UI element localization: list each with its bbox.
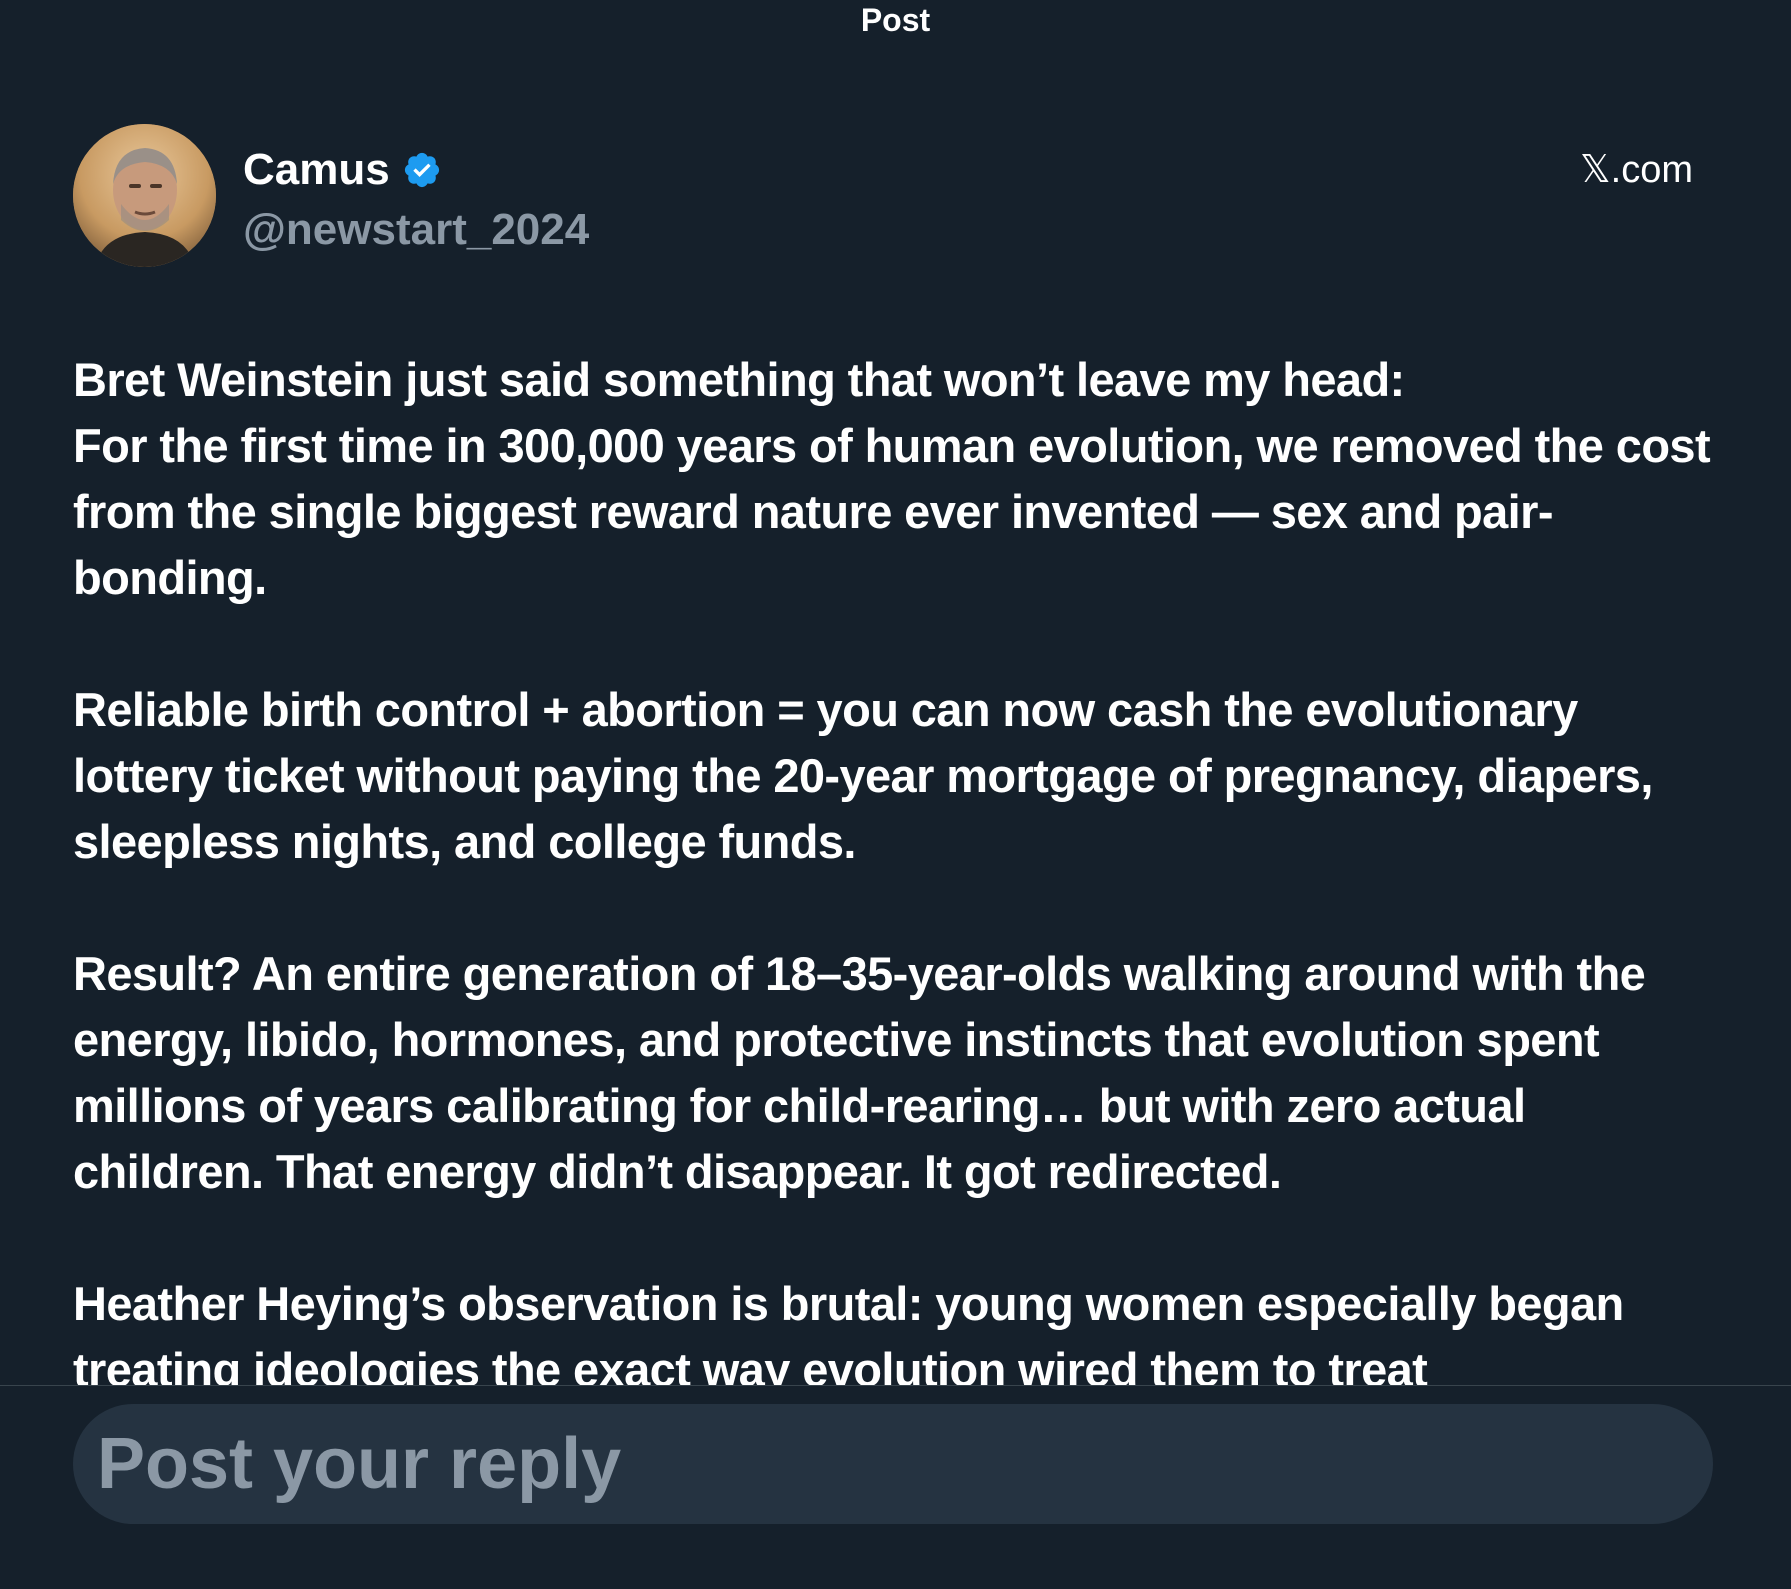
top-bar: Post <box>0 0 1791 60</box>
post-text: Bret Weinstein just said something that … <box>73 347 1713 1385</box>
author-name[interactable]: Camus <box>243 142 390 198</box>
post-paragraph: Heather Heying’s observation is brutal: … <box>73 1277 1624 1385</box>
avatar-photo-icon <box>73 124 216 267</box>
page-title: Post <box>860 2 931 38</box>
author-name-row[interactable]: Camus <box>243 142 442 198</box>
source-label: 𝕏.com <box>1580 149 1693 191</box>
post-header: Camus @newstart_2024 𝕏.com <box>73 124 1718 269</box>
post-paragraph: Bret Weinstein just said something that … <box>73 353 1711 604</box>
verified-badge-icon <box>402 150 442 190</box>
reply-input[interactable] <box>73 1404 1713 1524</box>
author-handle[interactable]: @newstart_2024 <box>243 202 589 258</box>
post-paragraph: Reliable birth control + abortion = you … <box>73 683 1653 868</box>
avatar[interactable] <box>73 124 216 267</box>
post-paragraph: Result? An entire generation of 18–35-ye… <box>73 947 1646 1198</box>
reply-bar <box>0 1386 1791 1589</box>
